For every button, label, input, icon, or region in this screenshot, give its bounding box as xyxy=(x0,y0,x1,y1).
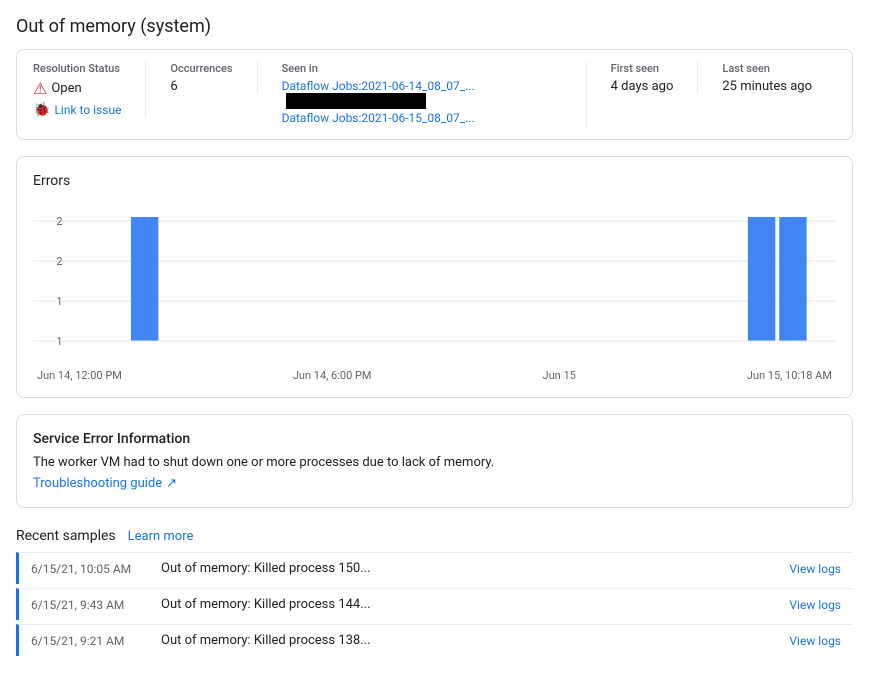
bug-icon: 🐞 xyxy=(33,102,50,118)
first-seen-section: First seen 4 days ago xyxy=(611,62,699,94)
last-seen-value: 25 minutes ago xyxy=(722,79,812,94)
sample-message-2: Out of memory: Killed process 144... xyxy=(161,597,789,612)
seen-in-section: Seen in Dataflow Jobs:2021-06-14_08_07_.… xyxy=(282,62,587,127)
errors-chart-card: Errors 2 2 1 1 Jun 14, 12:00 PM Jun 14, … xyxy=(16,156,853,398)
seen-in-links: Dataflow Jobs:2021-06-14_08_07_... Dataf… xyxy=(282,79,562,125)
seen-in-link-2[interactable]: Dataflow Jobs:2021-06-15_08_07_... xyxy=(282,111,562,125)
occurrences-value: 6 xyxy=(170,79,232,94)
table-row: 6/15/21, 10:05 AM Out of memory: Killed … xyxy=(16,552,853,584)
last-seen-label: Last seen xyxy=(722,62,812,75)
svg-text:1: 1 xyxy=(56,335,62,348)
table-row: 6/15/21, 9:43 AM Out of memory: Killed p… xyxy=(16,588,853,620)
svg-text:2: 2 xyxy=(56,215,62,228)
view-logs-1[interactable]: View logs xyxy=(789,562,841,576)
first-seen-value: 4 days ago xyxy=(611,79,674,94)
seen-in-label: Seen in xyxy=(282,62,562,75)
table-row: 6/15/21, 9:21 AM Out of memory: Killed p… xyxy=(16,624,853,656)
x-label-1: Jun 14, 12:00 PM xyxy=(37,369,122,382)
chart-title: Errors xyxy=(33,173,836,189)
chart-area: 2 2 1 1 Jun 14, 12:00 PM Jun 14, 6:00 PM… xyxy=(33,201,836,381)
error-icon: ⚠ xyxy=(33,79,47,98)
troubleshoot-link[interactable]: Troubleshooting guide ↗ xyxy=(33,476,177,491)
sample-time-3: 6/15/21, 9:21 AM xyxy=(31,634,161,648)
sample-message-1: Out of memory: Killed process 150... xyxy=(161,561,789,576)
external-link-icon: ↗ xyxy=(166,476,177,491)
recent-samples-title: Recent samples xyxy=(16,528,116,544)
link-to-issue-button[interactable]: 🐞 Link to issue xyxy=(33,102,121,118)
x-label-4: Jun 15, 10:18 AM xyxy=(747,369,832,382)
last-seen-section: Last seen 25 minutes ago xyxy=(722,62,836,94)
resolution-label: Resolution Status xyxy=(33,62,121,75)
redacted-bar-1 xyxy=(286,93,426,109)
bar-1 xyxy=(131,217,158,341)
service-error-title: Service Error Information xyxy=(33,431,836,447)
resolution-value: Open xyxy=(51,81,81,96)
seen-in-link-1[interactable]: Dataflow Jobs:2021-06-14_08_07_... xyxy=(282,79,562,109)
chart-x-labels: Jun 14, 12:00 PM Jun 14, 6:00 PM Jun 15 … xyxy=(33,369,836,382)
svg-text:2: 2 xyxy=(56,255,62,268)
sample-list: 6/15/21, 10:05 AM Out of memory: Killed … xyxy=(16,552,853,656)
link-to-issue-label: Link to issue xyxy=(54,103,121,117)
info-card: Resolution Status ⚠ Open 🐞 Link to issue… xyxy=(16,49,853,140)
troubleshoot-label: Troubleshooting guide xyxy=(33,476,162,491)
chart-svg: 2 2 1 1 xyxy=(33,201,836,361)
view-logs-3[interactable]: View logs xyxy=(789,634,841,648)
resolution-section: Resolution Status ⚠ Open 🐞 Link to issue xyxy=(33,62,146,118)
service-error-card: Service Error Information The worker VM … xyxy=(16,414,853,508)
svg-text:1: 1 xyxy=(56,295,62,308)
view-logs-2[interactable]: View logs xyxy=(789,598,841,612)
x-label-3: Jun 15 xyxy=(543,369,576,382)
recent-samples-section: Recent samples Learn more 6/15/21, 10:05… xyxy=(16,528,853,656)
sample-time-1: 6/15/21, 10:05 AM xyxy=(31,562,161,576)
page-title: Out of memory (system) xyxy=(16,16,853,37)
service-error-description: The worker VM had to shut down one or mo… xyxy=(33,455,836,470)
resolution-status: ⚠ Open xyxy=(33,79,121,98)
occurrences-label: Occurrences xyxy=(170,62,232,75)
recent-samples-header: Recent samples Learn more xyxy=(16,528,853,544)
first-seen-label: First seen xyxy=(611,62,674,75)
sample-time-2: 6/15/21, 9:43 AM xyxy=(31,598,161,612)
bar-2 xyxy=(748,217,775,341)
occurrences-section: Occurrences 6 xyxy=(170,62,257,94)
learn-more-link[interactable]: Learn more xyxy=(128,529,194,544)
sample-message-3: Out of memory: Killed process 138... xyxy=(161,633,789,648)
x-label-2: Jun 14, 6:00 PM xyxy=(293,369,372,382)
bar-3 xyxy=(779,217,806,341)
